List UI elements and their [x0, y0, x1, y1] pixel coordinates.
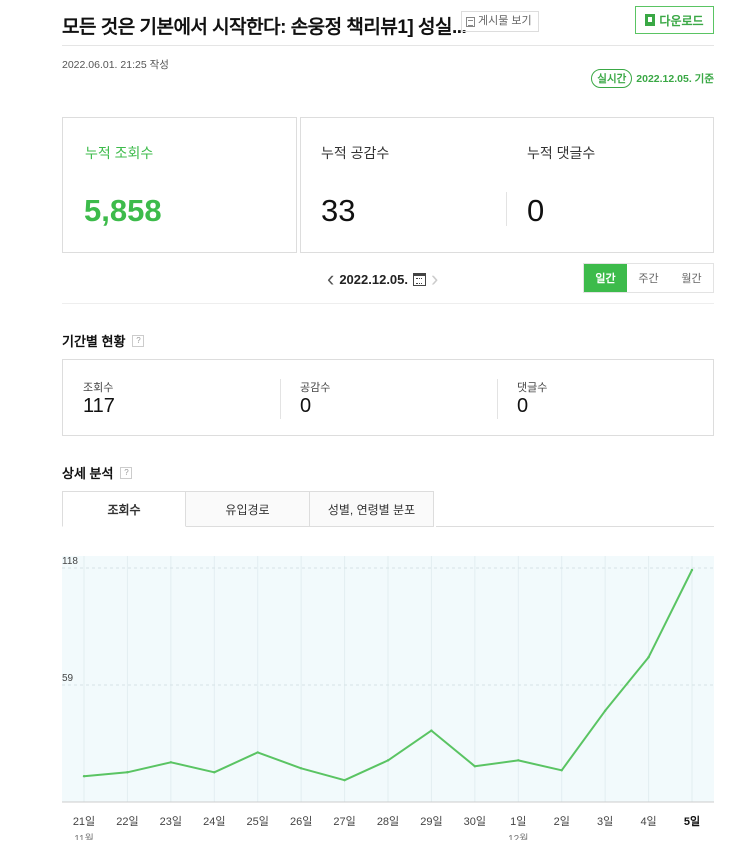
total-likes-value: 33	[321, 193, 356, 228]
data-point	[603, 709, 607, 712]
download-button[interactable]: 다운로드	[635, 6, 714, 34]
data-point	[386, 759, 390, 762]
download-label: 다운로드	[659, 13, 704, 28]
tab-demographics[interactable]: 성별, 연령별 분포	[310, 491, 434, 527]
data-point	[213, 771, 216, 774]
month-label: 12월	[508, 833, 528, 840]
x-tick-label: 27일	[333, 814, 355, 828]
detail-analysis-title: 상세 분석 ?	[62, 463, 133, 482]
x-tick-label: 29일	[420, 814, 442, 828]
x-tick-label: 2일	[554, 814, 570, 828]
calendar-icon[interactable]	[413, 272, 427, 286]
x-tick-label: 24일	[203, 814, 225, 828]
month-label: 11월	[74, 833, 94, 840]
x-tick-label: 23일	[160, 814, 182, 828]
total-reactions-card: 누적 공감수 33 누적 댓글수 0	[300, 117, 714, 253]
data-point	[690, 568, 694, 572]
x-tick-label: 26일	[290, 814, 312, 828]
period-tab-daily[interactable]: 일간	[584, 264, 627, 292]
period-tab-weekly[interactable]: 주간	[627, 264, 670, 292]
x-tick-label: 28일	[377, 814, 399, 828]
document-icon	[466, 16, 475, 27]
data-point	[82, 775, 86, 778]
period-tab-monthly[interactable]: 월간	[670, 264, 713, 292]
period-likes-value: 0	[300, 395, 312, 417]
period-tabs: 일간 주간 월간	[583, 263, 714, 293]
y-tick-label: 118	[62, 556, 78, 567]
total-likes-label: 누적 공감수	[321, 145, 390, 161]
chevron-right-icon[interactable]: ›	[431, 268, 438, 290]
realtime-badge: 실시간	[591, 69, 633, 88]
x-tick-label: 5일	[684, 814, 700, 828]
period-divider	[280, 379, 281, 419]
data-point	[343, 778, 346, 782]
help-icon[interactable]: ?	[120, 466, 133, 479]
tab-referrers[interactable]: 유입경로	[186, 491, 310, 527]
data-point	[473, 765, 477, 768]
data-point	[560, 769, 563, 772]
x-tick-label: 1일	[510, 814, 526, 828]
detail-tabs: 조회수 유입경로 성별, 연령별 분포	[62, 491, 434, 527]
view-post-label: 게시물 보기	[478, 15, 532, 27]
data-point	[430, 729, 433, 732]
total-comments-value: 0	[527, 193, 545, 228]
views-line-chart: 59 118 21일 22일 23일 24일 25일 26일 27일 28일 29일 30일 1일 2일 3…	[62, 556, 714, 840]
y-tick-label: 59	[62, 673, 74, 684]
post-title: 모든 것은 기본에서 시작한다: 손웅정 책리뷰1] 성실...	[62, 17, 467, 38]
x-tick-label: 21일	[73, 814, 95, 828]
period-comments-value: 0	[517, 395, 529, 417]
x-tick-label: 3일	[597, 814, 613, 828]
written-date: 2022.06.01. 21:25 작성	[62, 59, 169, 71]
tab-views[interactable]: 조회수	[62, 491, 186, 527]
tabs-underline	[436, 526, 714, 527]
page-header: 모든 것은 기본에서 시작한다: 손웅정 책리뷰1] 성실... 게시물 보기 …	[62, 6, 714, 46]
period-divider	[497, 379, 498, 419]
date-navigator: ‹ 2022.12.05. ›	[327, 268, 438, 290]
x-tick-label: 4일	[640, 814, 656, 828]
download-file-icon	[645, 14, 656, 26]
total-views-value: 5,858	[84, 193, 162, 228]
data-point	[299, 767, 303, 770]
period-comments-label: 댓글수	[517, 382, 548, 394]
help-icon[interactable]: ?	[132, 334, 145, 347]
period-likes-label: 공감수	[300, 382, 331, 394]
data-point	[256, 751, 259, 754]
period-status-title: 기간별 현황 ?	[62, 331, 145, 350]
section-divider	[62, 303, 714, 304]
detail-analysis-heading: 상세 분석	[62, 466, 114, 481]
realtime-info: 실시간 2022.12.05. 기준	[591, 69, 714, 88]
x-tick-label: 25일	[247, 814, 269, 828]
data-point	[126, 771, 129, 774]
realtime-date: 2022.12.05. 기준	[636, 73, 714, 85]
data-point	[517, 759, 520, 762]
x-tick-label: 22일	[116, 814, 138, 828]
data-point	[169, 761, 173, 764]
total-views-card: 누적 조회수 5,858	[62, 117, 297, 253]
period-status-heading: 기간별 현황	[62, 334, 126, 349]
period-views-value: 117	[83, 395, 115, 417]
total-comments-label: 누적 댓글수	[527, 145, 596, 161]
x-tick-label: 30일	[464, 814, 486, 828]
data-point	[647, 656, 650, 659]
total-views-label: 누적 조회수	[85, 145, 154, 161]
stat-divider	[506, 192, 507, 226]
period-status-card: 조회수 117 공감수 0 댓글수 0	[62, 359, 714, 436]
view-post-button[interactable]: 게시물 보기	[461, 11, 539, 32]
period-views-label: 조회수	[83, 382, 114, 394]
chevron-left-icon[interactable]: ‹	[327, 268, 334, 290]
selected-date: 2022.12.05.	[339, 271, 409, 287]
